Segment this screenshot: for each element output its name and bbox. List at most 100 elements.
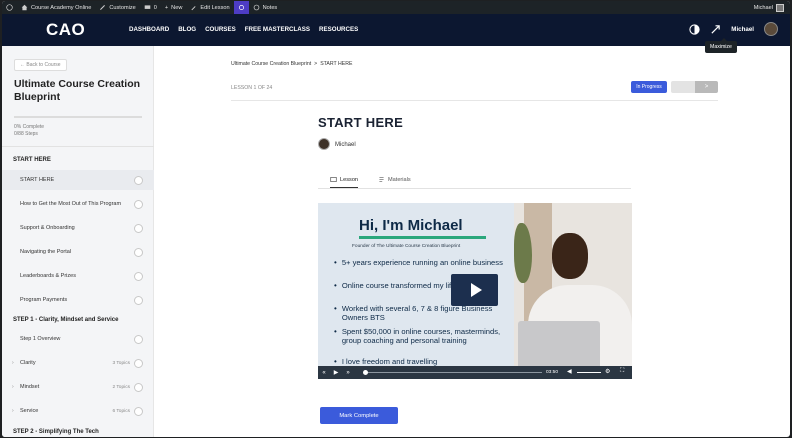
play-button[interactable] (451, 274, 498, 306)
wordpress-logo[interactable] (2, 1, 17, 14)
lesson-item[interactable]: Step 1 Overview (2, 329, 154, 349)
nav-courses[interactable]: COURSES (205, 26, 236, 33)
lesson-label: How to Get the Most Out of This Program (20, 201, 122, 207)
main-nav: DASHBOARD BLOG COURSES FREE MASTERCLASS … (129, 26, 358, 33)
video-scrubber[interactable] (364, 372, 542, 373)
app-window: Course Academy Online Customize 0 + New … (2, 1, 790, 437)
comment-icon (144, 5, 151, 9)
lesson-item[interactable]: › Mindset 2 Topics (2, 377, 154, 397)
bullet-dot-icon: • (334, 258, 337, 267)
notes-label: Notes (262, 4, 278, 11)
lesson-item[interactable]: Support & Onboarding (2, 218, 154, 238)
lesson-item[interactable]: › Clarity 3 Topics (2, 353, 154, 373)
course-sidebar: ← Back to Course Ultimate Course Creatio… (2, 46, 154, 437)
account-menu[interactable]: Michael (754, 3, 790, 12)
book-icon (330, 177, 337, 182)
settings-gear-icon[interactable]: ⚙ (605, 368, 610, 375)
section-heading[interactable]: STEP 1 - Clarity, Mindset and Service (13, 317, 118, 323)
maximize-icon[interactable] (710, 24, 721, 35)
nav-resources[interactable]: RESOURCES (319, 26, 358, 33)
wp-admin-bar: Course Academy Online Customize 0 + New … (2, 1, 790, 14)
tab-materials-label: Materials (388, 176, 411, 183)
site-header: CAO DASHBOARD BLOG COURSES FREE MASTERCL… (2, 14, 790, 46)
fullscreen-icon[interactable]: ⛶ (620, 368, 624, 375)
scrubber-handle[interactable] (363, 370, 368, 375)
lesson-item[interactable]: START HERE (2, 170, 154, 190)
previous-lesson-button[interactable] (671, 81, 695, 93)
header-username[interactable]: Michael (731, 26, 754, 33)
lesson-label: Support & Onboarding (20, 225, 75, 231)
topic-count: 3 Topics (112, 360, 130, 366)
tab-lesson[interactable]: Lesson (330, 176, 359, 188)
lesson-label: Step 1 Overview (20, 336, 61, 342)
bullet-dot-icon: • (334, 357, 337, 366)
progress-steps: 0/88 Steps (14, 131, 38, 137)
rewind-icon[interactable]: « (318, 370, 330, 376)
chevron-right-icon[interactable]: › (12, 360, 20, 366)
lesson-item[interactable]: Navigating the Portal (2, 242, 154, 262)
breadcrumb-course[interactable]: Ultimate Course Creation Blueprint (231, 61, 311, 67)
mark-complete-button[interactable]: Mark Complete (320, 407, 398, 424)
nav-dashboard[interactable]: DASHBOARD (129, 26, 169, 33)
back-to-course-button[interactable]: ← Back to Course (14, 59, 67, 71)
lesson-status-circle (134, 406, 143, 416)
next-lesson-button[interactable]: > (695, 81, 718, 93)
theme-toggle-icon[interactable] (689, 23, 700, 35)
lesson-label: Navigating the Portal (20, 249, 72, 255)
lesson-label: Service (20, 408, 39, 414)
nav-free-masterclass[interactable]: FREE MASTERCLASS (245, 26, 310, 33)
tab-materials[interactable]: Materials (378, 176, 411, 183)
header-avatar[interactable] (764, 22, 778, 36)
comments-count: 0 (153, 4, 157, 11)
video-player[interactable]: Hi, I'm Michael Founder of The Ultimate … (318, 203, 632, 379)
lesson-item[interactable]: › Service 6 Topics (2, 401, 154, 421)
fast-forward-icon[interactable]: » (342, 370, 354, 376)
lesson-total: OF 24 (257, 85, 273, 91)
section-heading[interactable]: STEP 2 - Simplifying The Tech (13, 429, 99, 435)
lesson-item[interactable]: How to Get the Most Out of This Program (2, 194, 154, 214)
slide-bullet: • 5+ years experience running an online b… (334, 258, 514, 267)
slide-subheading: Founder of The Ultimate Course Creation … (352, 244, 461, 249)
lesson-tabs: Lesson Materials (318, 172, 631, 189)
header-divider (231, 100, 718, 101)
lesson-status-circle (134, 175, 143, 185)
notes-link[interactable]: Notes (249, 1, 282, 14)
chevron-right-icon[interactable]: › (12, 408, 20, 414)
header-actions: Michael (689, 22, 778, 36)
bullet-text: Spent $50,000 in online courses, masterm… (341, 327, 501, 345)
lesson-label: Program Payments (20, 297, 68, 303)
wordpress-icon (6, 4, 13, 11)
lesson-status-circle (134, 271, 143, 281)
volume-icon[interactable]: ◀ (567, 368, 572, 375)
customize-link[interactable]: Customize (95, 1, 139, 14)
lesson-label: Mindset (20, 384, 40, 390)
play-small-icon[interactable]: ▶ (330, 369, 342, 376)
lesson-status-circle (134, 199, 143, 209)
lesson-status-circle (134, 358, 143, 368)
nav-blog[interactable]: BLOG (178, 26, 196, 33)
breadcrumb: Ultimate Course Creation Blueprint > STA… (231, 61, 352, 67)
breadcrumb-separator: > (314, 61, 318, 67)
chevron-right-icon[interactable]: › (12, 384, 20, 390)
status-badge: In Progress (631, 81, 667, 93)
edit-lesson-link[interactable]: Edit Lesson (186, 1, 233, 14)
lesson-status-circle (134, 334, 143, 344)
site-name-link[interactable]: Course Academy Online (17, 1, 95, 14)
section-heading[interactable]: START HERE (13, 157, 51, 163)
lesson-item[interactable]: Leaderboards & Prizes (2, 266, 154, 286)
comments-link[interactable]: 0 (140, 1, 161, 14)
presenter-head (552, 233, 588, 279)
link-icon (238, 5, 244, 10)
video-controls: « ▶ » 03:50 ◀ ⚙ ⛶ (318, 366, 632, 379)
lesson-status-circle (134, 382, 143, 392)
plugin-icon-button[interactable] (233, 1, 249, 14)
site-logo[interactable]: CAO (46, 20, 85, 40)
slide-bullet: • I love freedom and travelling (334, 357, 514, 366)
play-icon (470, 283, 482, 297)
lesson-counter: LESSON 1 OF 24 (231, 85, 272, 91)
volume-slider[interactable] (577, 372, 601, 373)
edit-label: Edit Lesson (200, 4, 230, 11)
lesson-item[interactable]: Program Payments (2, 290, 154, 310)
new-content-link[interactable]: + New (161, 1, 186, 14)
presenter-photo (514, 203, 632, 366)
